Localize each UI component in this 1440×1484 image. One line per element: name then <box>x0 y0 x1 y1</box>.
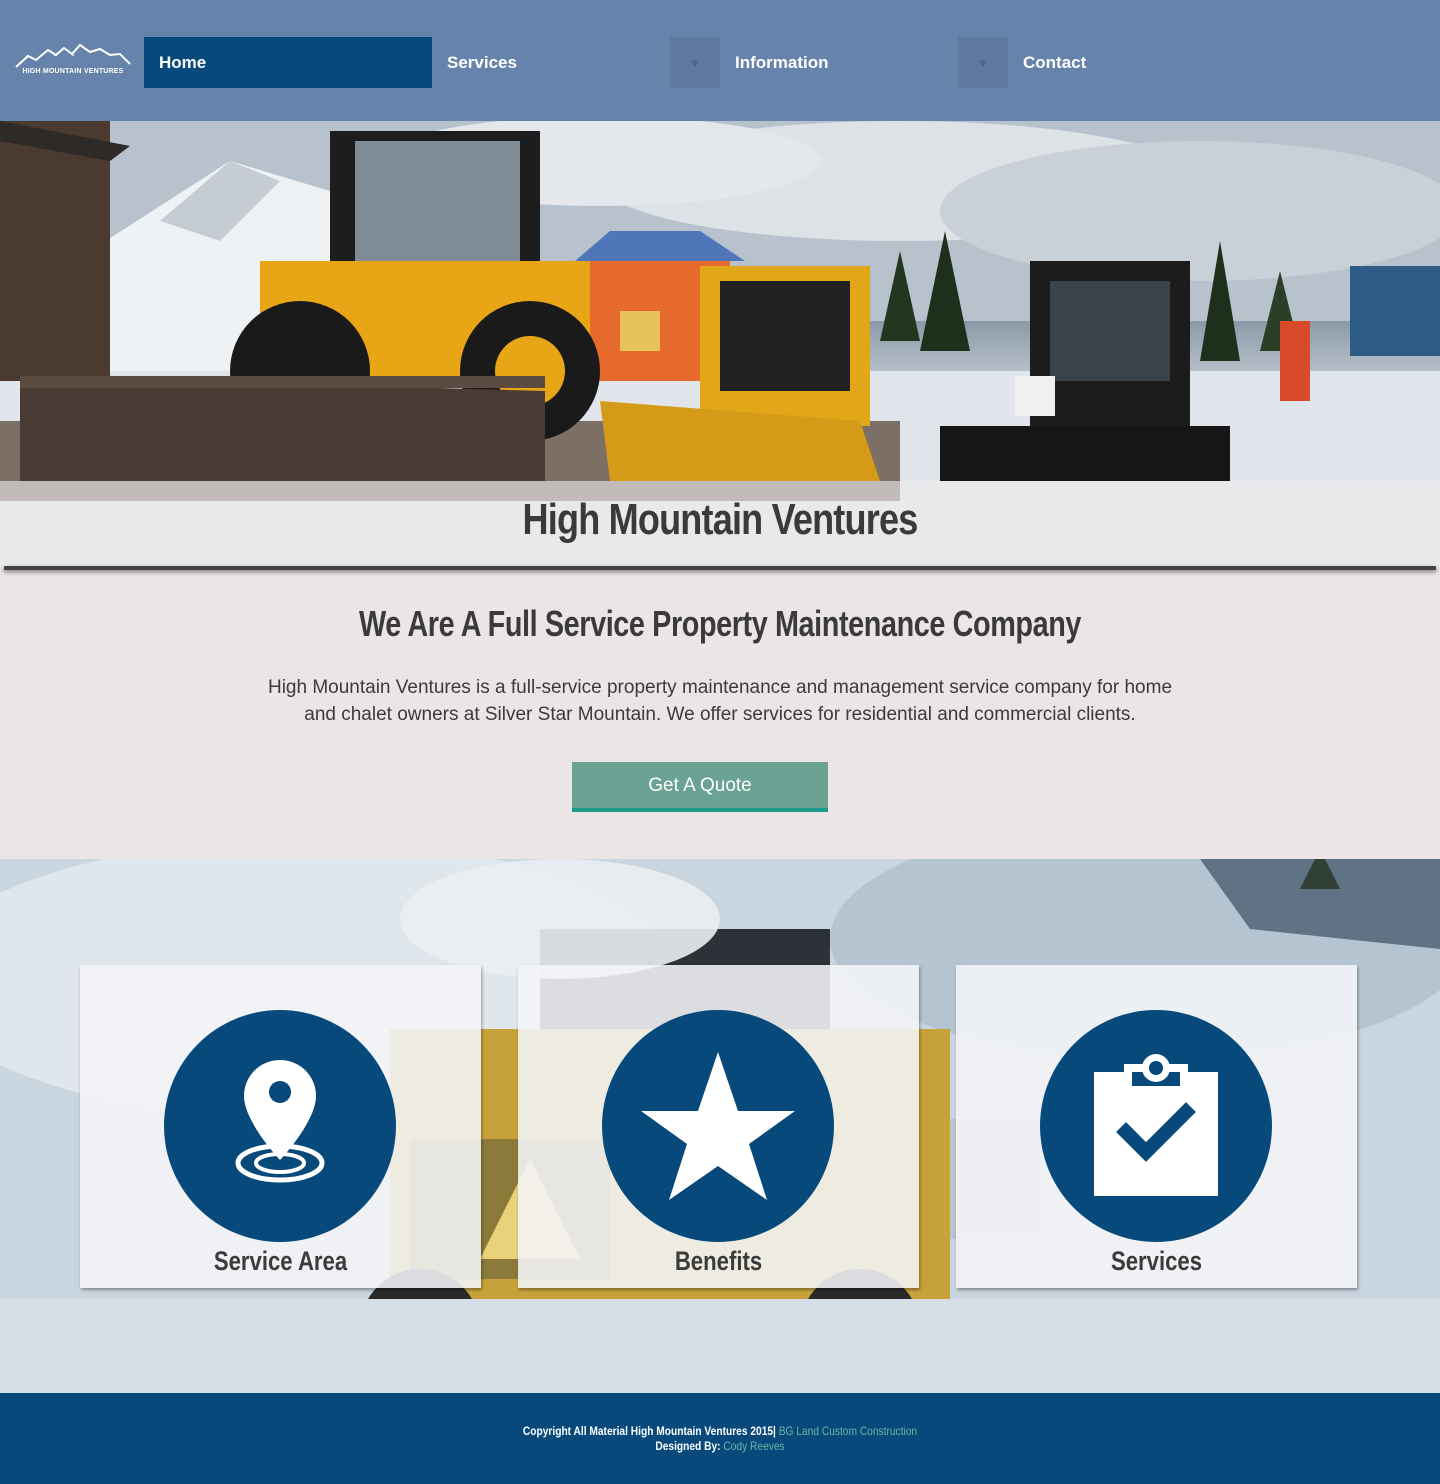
benefits-card[interactable]: Benefits <box>518 965 919 1288</box>
logo[interactable]: HIGH MOUNTAIN VENTURES <box>14 40 132 80</box>
services-circle <box>1040 1010 1272 1242</box>
hero-divider <box>4 566 1436 570</box>
intro-heading: We Are A Full Service Property Maintenan… <box>358 603 1082 644</box>
get-a-quote-button[interactable]: Get A Quote <box>572 762 828 812</box>
designed-by-label: Designed By: <box>655 1439 721 1453</box>
designer-link[interactable]: Cody Reeves <box>723 1439 784 1453</box>
mountain-logo-icon <box>15 43 131 68</box>
service-area-circle <box>164 1010 396 1242</box>
nav-information[interactable]: Information <box>720 37 958 88</box>
features-section: Service Area Benefits Services <box>0 859 1440 1393</box>
copyright-text: Copyright All Material High Mountain Ven… <box>522 1424 776 1438</box>
clipboard-check-icon <box>1094 1054 1218 1196</box>
top-navigation: HIGH MOUNTAIN VENTURES Home Services ▼ I… <box>0 0 1440 121</box>
footer-copyright: Copyright All Material High Mountain Ven… <box>108 1424 1332 1438</box>
nav-home[interactable]: Home <box>144 37 432 88</box>
bg-land-link[interactable]: BG Land Custom Construction <box>779 1424 917 1438</box>
map-pin-icon <box>235 1060 325 1183</box>
benefits-label: Benefits <box>674 1246 763 1276</box>
services-card[interactable]: Services <box>956 965 1357 1288</box>
nav-services[interactable]: Services <box>432 37 670 88</box>
service-area-label: Service Area <box>213 1246 348 1276</box>
services-label: Services <box>1110 1246 1203 1276</box>
chevron-down-icon: ▼ <box>977 58 989 70</box>
logo-text: HIGH MOUNTAIN VENTURES <box>22 68 124 75</box>
hero-title: High Mountain Ventures <box>522 495 919 544</box>
services-dropdown-toggle[interactable]: ▼ <box>670 37 720 88</box>
benefits-circle <box>602 1010 834 1242</box>
footer: Copyright All Material High Mountain Ven… <box>0 1393 1440 1484</box>
intro-text: High Mountain Ventures is a full-service… <box>267 677 1173 725</box>
nav-contact[interactable]: Contact <box>1008 37 1246 88</box>
star-icon <box>641 1052 795 1200</box>
service-area-card[interactable]: Service Area <box>80 965 481 1288</box>
information-dropdown-toggle[interactable]: ▼ <box>958 37 1008 88</box>
hero-banner: High Mountain Ventures <box>0 121 1440 567</box>
chevron-down-icon: ▼ <box>689 58 701 70</box>
footer-designer: Designed By: Cody Reeves <box>108 1439 1332 1453</box>
